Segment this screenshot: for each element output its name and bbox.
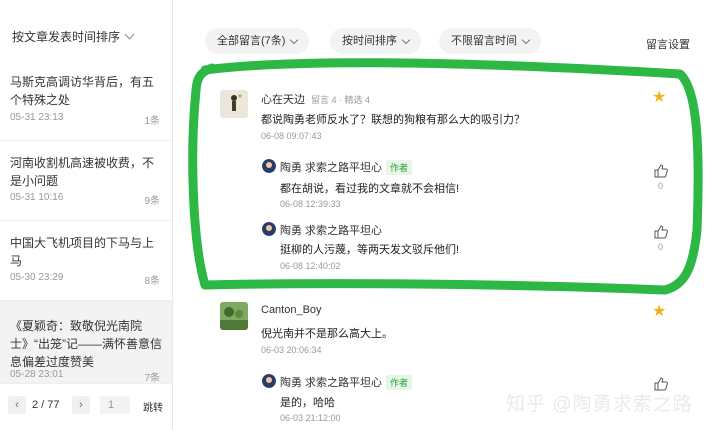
- filter-time-label: 不限留言时间: [451, 35, 517, 47]
- like-thumb-icon[interactable]: [654, 225, 668, 239]
- reply-text: 挺柳的人污蔑，等两天发文驳斥他们!: [280, 244, 460, 256]
- article-title: 《夏颖奇：致敬倪光南院士》“出笼”记——满怀善意信息偏差过度赞美: [10, 319, 162, 369]
- page-number-input[interactable]: 1: [100, 396, 130, 414]
- avatar[interactable]: [262, 374, 276, 388]
- article-comment-count: 7条: [144, 373, 160, 384]
- article-date: 05-31 10:16: [10, 192, 64, 203]
- filter-time[interactable]: 不限留言时间: [439, 28, 541, 54]
- avatar[interactable]: [220, 90, 248, 118]
- avatar[interactable]: [262, 222, 276, 236]
- article-item[interactable]: 中国大飞机项目的下马与上马 05-30 23:29 8条: [0, 221, 172, 301]
- chevron-down-icon: [401, 35, 411, 44]
- comment-settings-link[interactable]: 留言设置: [646, 36, 690, 52]
- featured-star-icon[interactable]: ★: [652, 304, 666, 320]
- like-thumb-icon[interactable]: [654, 164, 668, 178]
- comment-username[interactable]: 心在天边: [261, 91, 305, 107]
- article-item[interactable]: 马斯克高调访华背后，有五个特殊之处 05-31 23:13 1条: [0, 60, 172, 141]
- reply-username[interactable]: 陶勇 求索之路平坦心: [280, 222, 382, 238]
- article-title: 中国大飞机项目的下马与上马: [10, 236, 155, 268]
- filter-all-comments[interactable]: 全部留言(7条): [205, 28, 310, 54]
- article-title: 河南收割机高速被收费，不是小问题: [10, 156, 155, 188]
- article-comment-count: 8条: [144, 276, 160, 287]
- comment-text: 倪光南并不是那么高大上。: [261, 328, 393, 340]
- article-title: 马斯克高调访华背后，有五个特殊之处: [10, 75, 155, 107]
- reply-time: 06-08 12:40:02: [280, 261, 341, 271]
- article-item[interactable]: 河南收割机高速被收费，不是小问题 05-31 10:16 9条: [0, 141, 172, 221]
- article-sort-label: 按文章发表时间排序: [12, 30, 121, 44]
- pagination: ‹ 2 / 77 › 1 跳转: [0, 386, 172, 426]
- reply-username[interactable]: 陶勇 求索之路平坦心: [280, 374, 382, 390]
- filter-all-label: 全部留言(7条): [217, 35, 286, 47]
- article-sidebar: 按文章发表时间排序 马斯克高调访华背后，有五个特殊之处 05-31 23:13 …: [0, 0, 173, 430]
- avatar[interactable]: [262, 159, 276, 173]
- like-count: 0: [658, 242, 664, 252]
- article-comment-count: 1条: [144, 116, 160, 127]
- jump-button[interactable]: 跳转: [143, 399, 163, 414]
- article-date: 05-30 23:29: [10, 272, 64, 283]
- comment-time: 06-08 09:07:43: [261, 131, 322, 141]
- page-indicator: 2 / 77: [32, 399, 60, 411]
- reply-text: 都在胡说，看过我的文章就不会相信!: [280, 183, 460, 195]
- comments-panel: 全部留言(7条) 按时间排序 不限留言时间 留言设置 心在天边 留言 4 · 精…: [173, 0, 720, 430]
- article-comment-count: 9条: [144, 196, 160, 207]
- prev-page-button[interactable]: ‹: [8, 396, 26, 414]
- reply-text: 是的，哈哈: [280, 397, 335, 409]
- chevron-down-icon: [124, 29, 135, 40]
- article-date: 05-31 23:13: [10, 112, 64, 123]
- featured-star-icon[interactable]: ★: [652, 90, 666, 106]
- article-item-selected[interactable]: 《夏颖奇：致敬倪光南院士》“出笼”记——满怀善意信息偏差过度赞美 05-28 2…: [0, 301, 172, 384]
- like-count: 0: [658, 181, 664, 191]
- reply-time: 06-08 12:39:33: [280, 199, 341, 209]
- comment-text: 都说陶勇老师反水了？联想的狗粮有那么大的吸引力？: [261, 114, 525, 126]
- author-badge: 作者: [386, 160, 413, 175]
- comment-user-meta: 留言 4 · 精选 4: [311, 95, 371, 105]
- filter-sort[interactable]: 按时间排序: [330, 28, 421, 54]
- reply-time: 06-03 21:12:00: [280, 413, 341, 423]
- chevron-down-icon: [521, 35, 531, 44]
- chevron-down-icon: [290, 35, 299, 44]
- author-badge: 作者: [386, 375, 413, 390]
- next-page-button[interactable]: ›: [72, 396, 90, 414]
- article-sort-dropdown[interactable]: 按文章发表时间排序: [12, 28, 135, 45]
- reply-username[interactable]: 陶勇 求索之路平坦心: [280, 159, 382, 175]
- comment-time: 06-03 20:06:34: [261, 345, 322, 355]
- filter-sort-label: 按时间排序: [342, 35, 397, 47]
- article-date: 05-28 23:01: [10, 369, 64, 380]
- watermark: 知乎 @陶勇求索之路: [506, 394, 693, 415]
- comment-username[interactable]: Canton_Boy: [261, 304, 322, 316]
- avatar[interactable]: [220, 302, 248, 330]
